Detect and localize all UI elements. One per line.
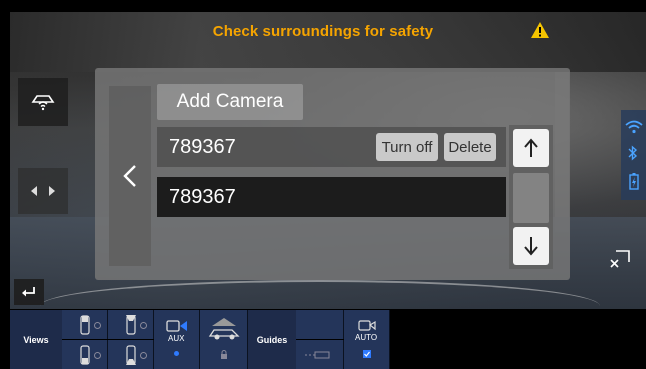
arrow-down-icon [524, 237, 538, 256]
camera-view-bar: Views AUX Guides AUTO [10, 310, 646, 369]
camera-row[interactable]: 789367 Turn off Delete [157, 127, 506, 167]
vehicle-camera-icon [31, 95, 55, 111]
side-view-button[interactable] [200, 310, 248, 369]
left-right-arrows-icon [31, 186, 55, 196]
camera-screen: Check surroundings for safety Add Camera… [0, 0, 646, 369]
car-top-view-icon [125, 314, 136, 335]
screen-close-icon [610, 250, 630, 268]
scroll-thumb[interactable] [513, 173, 549, 223]
turn-off-button[interactable]: Turn off [376, 133, 438, 161]
guide-lines-icon [304, 351, 329, 358]
car-top-view-icon [125, 344, 136, 365]
scroll-down-button[interactable] [513, 227, 549, 265]
views-label: Views [10, 310, 62, 369]
wifi-icon [624, 120, 643, 133]
back-button[interactable] [109, 86, 151, 266]
view-top-rear-button[interactable] [62, 340, 108, 369]
guides-label: Guides [248, 310, 296, 369]
view-front-wide-button[interactable] [108, 310, 154, 339]
radio-indicator [140, 352, 147, 359]
chevron-left-icon [123, 165, 136, 187]
radio-selected-indicator [174, 351, 179, 356]
auto-mode-button[interactable]: AUTO [344, 310, 390, 369]
radio-indicator [94, 352, 101, 359]
auto-label: AUTO [355, 333, 378, 342]
camera-icon [358, 320, 376, 331]
camera-name: 789367 [169, 185, 236, 208]
car-top-view-icon [79, 314, 90, 335]
add-camera-button[interactable]: Add Camera [157, 84, 303, 120]
radio-indicator [94, 322, 101, 329]
bluetooth-phone-icon [628, 145, 637, 161]
aux-camera-button[interactable]: AUX [154, 310, 200, 369]
safety-warning-text: Check surroundings for safety [212, 22, 434, 40]
camera-view-button[interactable] [18, 78, 68, 126]
guide-option-button[interactable] [296, 310, 344, 339]
battery-charging-icon [628, 173, 639, 191]
pan-arrows-button[interactable] [18, 168, 68, 214]
delete-button[interactable]: Delete [444, 133, 496, 161]
view-top-front-button[interactable] [62, 310, 108, 339]
aux-label: AUX [168, 334, 185, 343]
camera-row[interactable]: 789367 [157, 177, 506, 217]
return-arrow-icon [22, 287, 35, 297]
scroll-up-button[interactable] [513, 129, 549, 167]
return-button[interactable] [14, 279, 44, 305]
car-top-view-icon [79, 344, 90, 365]
checkbox-checked-icon [363, 350, 371, 358]
connection-status-strip [621, 110, 646, 200]
warning-triangle-icon [530, 21, 550, 39]
list-scroll [509, 125, 553, 269]
guide-lines-button[interactable] [296, 340, 344, 369]
car-side-camera-icon [208, 318, 240, 340]
camera-name: 789367 [169, 135, 236, 158]
view-rear-wide-button[interactable] [108, 340, 154, 369]
aux-camera-icon [166, 320, 187, 332]
close-camera-button[interactable] [600, 243, 640, 273]
arrow-up-icon [524, 138, 538, 157]
radio-indicator [140, 322, 147, 329]
lock-icon [221, 350, 227, 359]
camera-list-panel: Add Camera 789367 Turn off Delete 789367 [95, 68, 570, 280]
